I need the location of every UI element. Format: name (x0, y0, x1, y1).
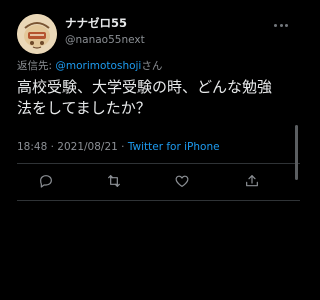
more-icon[interactable] (274, 18, 288, 32)
more-dot (285, 23, 288, 27)
tweet-source[interactable]: Twitter for iPhone (128, 141, 220, 153)
profile-avatar[interactable] (17, 14, 57, 54)
action-bar (0, 166, 300, 194)
reply-mention-link[interactable]: @morimotoshoji (55, 60, 141, 72)
user-handle[interactable]: @nanao55next (65, 34, 145, 47)
tweet-meta: 18:48 · 2021/08/21 · Twitter for iPhone (17, 141, 220, 154)
divider (17, 163, 300, 164)
reply-icon[interactable] (38, 173, 54, 189)
avatar-image (17, 14, 57, 54)
tweet-text: 高校受験、大学受験の時、どんな勉強法をしてましたか？ (17, 78, 273, 117)
retweet-icon[interactable] (106, 173, 122, 189)
more-dot (279, 23, 283, 27)
reply-prefix: 返信先: (17, 60, 56, 72)
divider (17, 200, 300, 201)
scrollbar[interactable] (295, 125, 298, 180)
share-icon[interactable] (244, 173, 260, 189)
tweet-detail-screen: ナナゼロ55 @nanao55next 返信先: @morimotoshojiさ… (0, 0, 300, 300)
tweet-date[interactable]: 2021/08/21 (57, 141, 118, 153)
reply-suffix: さん (141, 60, 163, 72)
meta-separator: · (47, 141, 58, 153)
reply-to-line: 返信先: @morimotoshojiさん (17, 60, 162, 73)
display-name[interactable]: ナナゼロ55 (65, 16, 127, 30)
tweet-time[interactable]: 18:48 (17, 141, 47, 153)
more-dot (274, 23, 277, 27)
like-icon[interactable] (174, 173, 190, 189)
meta-separator: · (117, 141, 128, 153)
